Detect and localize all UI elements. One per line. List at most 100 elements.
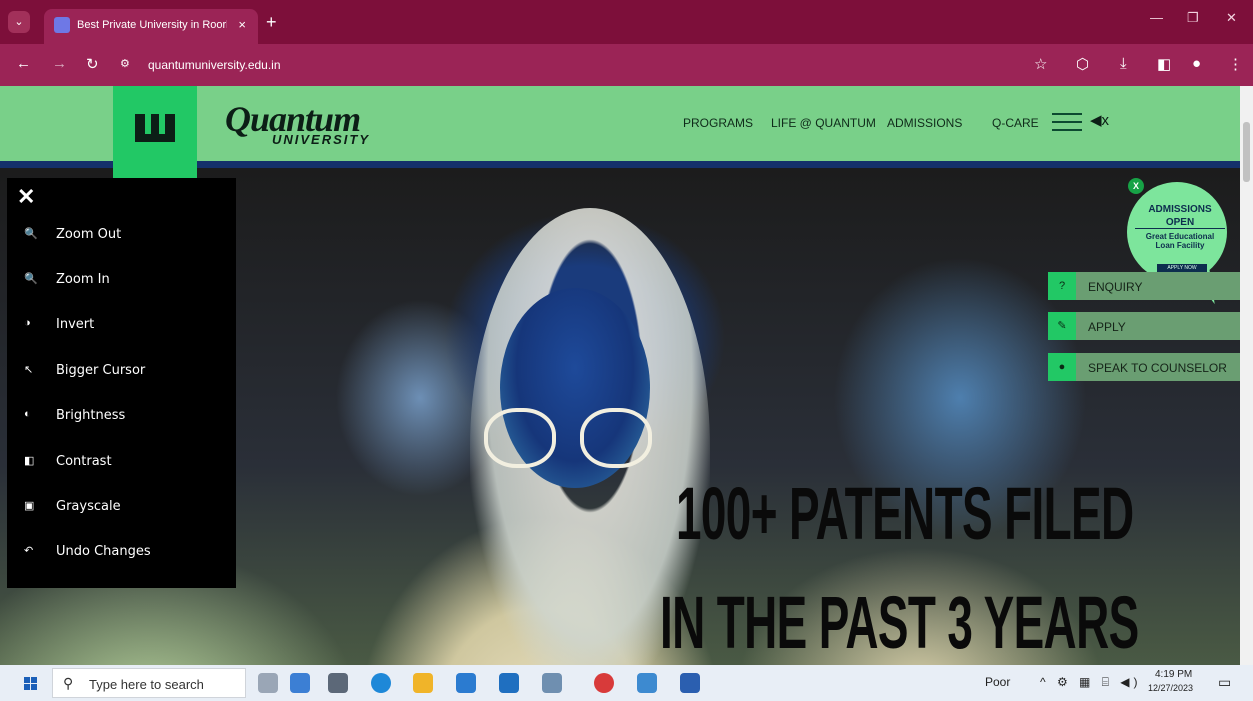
enquiry-label: ENQUIRY: [1088, 280, 1143, 294]
nav-life-at-quantum[interactable]: LIFE @ QUANTUM: [771, 116, 876, 130]
scrollbar-thumb[interactable]: [1243, 122, 1250, 182]
bookmark-star-icon[interactable]: ☆: [1034, 55, 1047, 73]
clock-date[interactable]: 12/27/2023: [1148, 683, 1193, 693]
forward-arrow-icon[interactable]: →: [52, 55, 67, 72]
hero-photo-glasses: [484, 408, 664, 478]
a11y-label: Grayscale: [56, 499, 121, 514]
task-view-icon[interactable]: [328, 673, 348, 693]
a11y-contrast[interactable]: ◧ Contrast: [7, 447, 236, 477]
weather-status[interactable]: Poor: [985, 675, 1010, 689]
brand-subtitle: UNIVERSITY: [272, 132, 371, 147]
clock-time[interactable]: 4:19 PM: [1155, 669, 1192, 680]
a11y-label: Contrast: [56, 454, 112, 469]
counselor-label: SPEAK TO COUNSELOR: [1088, 361, 1227, 375]
browser-toolbar: ← → ↻ ⚙ quantumuniversity.edu.in ☆ ⬡ ⤓ ◧…: [0, 44, 1253, 86]
logo[interactable]: [113, 86, 197, 178]
counselor-icon: ●: [1048, 353, 1076, 381]
nav-programs[interactable]: PROGRAMS: [683, 116, 753, 130]
windows-taskbar: ⚲ Type here to search Poor ^ ⚙ ▦ ⌸ ◀) 4:…: [0, 665, 1253, 701]
cursor-icon: ↖: [24, 364, 34, 376]
nav-admissions[interactable]: ADMISSIONS: [887, 116, 962, 130]
restore-icon[interactable]: ❐: [1187, 10, 1199, 26]
a11y-label: Zoom In: [56, 272, 110, 287]
taskbar-app-icon[interactable]: [637, 673, 657, 693]
close-icon[interactable]: ✕: [17, 184, 35, 210]
a11y-label: Invert: [56, 317, 95, 332]
enquiry-icon: ?: [1048, 272, 1076, 300]
undo-icon: ↶: [24, 545, 34, 557]
invert-icon: ◑: [24, 317, 31, 329]
edge-browser-icon[interactable]: [371, 673, 391, 693]
page-scrollbar[interactable]: [1240, 86, 1253, 665]
hamburger-menu-icon[interactable]: [1052, 113, 1082, 131]
a11y-label: Bigger Cursor: [56, 363, 146, 378]
search-icon: ⚲: [63, 675, 74, 691]
download-icon[interactable]: ⤓: [1120, 55, 1127, 72]
reload-icon[interactable]: ↻: [86, 55, 99, 73]
nav-q-care[interactable]: Q-CARE: [992, 116, 1039, 130]
a11y-invert[interactable]: ◑ Invert: [7, 310, 236, 340]
a11y-grayscale[interactable]: ▣ Grayscale: [7, 492, 236, 522]
store-icon[interactable]: [456, 673, 476, 693]
apply-button[interactable]: ✎ APPLY: [1048, 312, 1240, 340]
badge-subtitle: OPEN: [1135, 217, 1225, 229]
profile-avatar-icon[interactable]: ●: [1192, 55, 1201, 72]
badge-loan-text: Great Educational Loan Facility: [1135, 232, 1225, 250]
media-player-icon[interactable]: [542, 673, 562, 693]
back-arrow-icon[interactable]: ←: [16, 55, 31, 72]
a11y-label: Brightness: [56, 408, 126, 423]
grayscale-icon: ▣: [24, 500, 35, 512]
web-page: Quantum UNIVERSITY PROGRAMS LIFE @ QUANT…: [0, 86, 1253, 665]
hero-headline-line1: 100+ PATENTS FILED: [676, 472, 1134, 555]
window-close-icon[interactable]: ✕: [1226, 10, 1237, 26]
a11y-undo-changes[interactable]: ↶ Undo Changes: [7, 537, 236, 567]
browser-tab-bar: ⌄ Best Private University in Roork × + —…: [0, 0, 1253, 44]
taskbar-app-assistant-icon[interactable]: [290, 673, 310, 693]
extensions-icon[interactable]: ⬡: [1076, 55, 1089, 73]
minimize-icon[interactable]: —: [1150, 10, 1163, 25]
badge-loan-line2: Loan Facility: [1155, 241, 1205, 250]
search-placeholder: Type here to search: [89, 677, 204, 692]
tab-search-button[interactable]: ⌄: [8, 11, 30, 33]
contrast-icon: ◧: [24, 455, 35, 467]
a11y-brightness[interactable]: ◐ Brightness: [7, 401, 236, 431]
system-tray-icons[interactable]: ^ ⚙ ▦ ⌸ ◀): [1040, 675, 1142, 690]
enquiry-button[interactable]: ? ENQUIRY: [1048, 272, 1240, 300]
chrome-browser-icon[interactable]: [594, 673, 614, 693]
a11y-zoom-out[interactable]: 🔍 Zoom Out: [7, 220, 236, 250]
word-icon[interactable]: [680, 673, 700, 693]
apply-icon: ✎: [1048, 312, 1076, 340]
windows-start-icon[interactable]: [24, 677, 37, 690]
a11y-bigger-cursor[interactable]: ↖ Bigger Cursor: [7, 356, 236, 386]
accessibility-panel: ✕ 🔍 Zoom Out 🔍 Zoom In ◑ Invert ↖ Bigger…: [7, 178, 236, 588]
notification-icon[interactable]: ▭: [1218, 674, 1231, 691]
a11y-zoom-in[interactable]: 🔍 Zoom In: [7, 265, 236, 295]
sidepanel-icon[interactable]: ◧: [1157, 55, 1171, 73]
apply-label: APPLY: [1088, 320, 1126, 334]
site-favicon: [54, 17, 70, 33]
menu-kebab-icon[interactable]: ⋮: [1228, 55, 1243, 73]
browser-tab[interactable]: Best Private University in Roork ×: [44, 9, 258, 44]
taskbar-search-input[interactable]: ⚲ Type here to search: [52, 668, 246, 698]
badge-title: ADMISSIONS: [1148, 204, 1212, 215]
url-text[interactable]: quantumuniversity.edu.in: [148, 58, 281, 72]
hero-headline-line2: IN THE PAST 3 YEARS: [660, 581, 1139, 664]
badge-close-icon[interactable]: X: [1128, 178, 1144, 194]
a11y-label: Undo Changes: [56, 544, 151, 559]
zoom-in-icon: 🔍: [24, 273, 38, 285]
speak-to-counselor-button[interactable]: ● SPEAK TO COUNSELOR: [1048, 353, 1240, 381]
mute-speaker-icon[interactable]: ◀x: [1090, 111, 1109, 129]
mail-icon[interactable]: [499, 673, 519, 693]
brightness-icon: ◐: [24, 408, 31, 420]
tab-close-icon[interactable]: ×: [238, 17, 246, 32]
taskbar-app-people-icon[interactable]: [258, 673, 278, 693]
tab-title: Best Private University in Roork: [77, 19, 227, 31]
badge-loan-line1: Great Educational: [1145, 232, 1215, 241]
quantum-logo-icon: [135, 114, 175, 142]
file-explorer-icon[interactable]: [413, 673, 433, 693]
a11y-label: Zoom Out: [56, 227, 122, 242]
zoom-out-icon: 🔍: [24, 228, 38, 240]
address-bar[interactable]: ⚙ quantumuniversity.edu.in: [118, 52, 418, 78]
new-tab-button[interactable]: +: [266, 12, 277, 33]
site-info-icon[interactable]: ⚙: [120, 57, 130, 70]
